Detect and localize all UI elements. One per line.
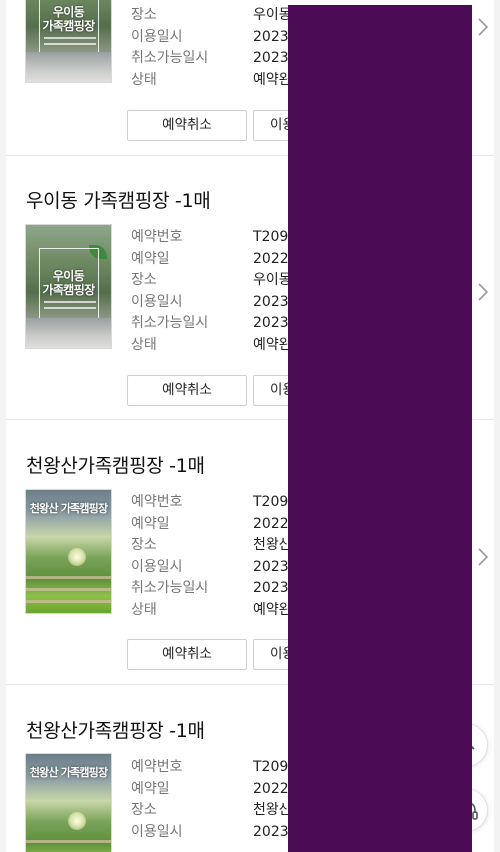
detail-label: 취소가능일시: [131, 50, 209, 66]
detail-value: T209: [253, 229, 289, 245]
reservation-title: 우이동 가족캠핑장 -1매: [26, 190, 211, 212]
campsite-thumbnail: 천왕산 가족캠핑장: [25, 489, 112, 614]
thumbnail-text: 우이동: [52, 5, 85, 19]
campsite-thumbnail: 우이동 가족캠핑장: [25, 224, 112, 349]
detail-value: 2023: [253, 315, 289, 331]
detail-value: 2023: [253, 823, 289, 840]
chevron-right-icon[interactable]: [476, 17, 490, 37]
detail-value: 2023: [253, 28, 289, 45]
detail-label: 취소가능일시: [131, 580, 209, 596]
chevron-right-icon[interactable]: [476, 282, 490, 302]
cancel-reservation-button[interactable]: 예약취소: [127, 375, 247, 406]
detail-label: 취소가능일시: [131, 315, 209, 331]
detail-value: 천왕산: [253, 537, 292, 553]
detail-label: 예약일: [131, 515, 170, 532]
reservation-title: 천왕산가족캠핑장 -1매: [26, 720, 205, 742]
detail-value: 2022: [253, 250, 289, 267]
detail-label: 예약번호: [131, 759, 183, 775]
thumbnail-text: 가족캠핑장: [42, 19, 95, 33]
detail-label: 이용일시: [131, 28, 183, 45]
detail-value: 예약완: [253, 71, 292, 88]
detail-label: 장소: [131, 537, 157, 553]
sun-glow: [68, 548, 86, 566]
thumbnail-caption: [44, 43, 96, 45]
thumbnail-text: 가족캠핑장: [42, 283, 95, 297]
thumbnail-terrace: [26, 600, 111, 603]
detail-value: T209: [253, 759, 289, 775]
cancel-reservation-button[interactable]: 예약취소: [127, 110, 247, 141]
detail-value: 2023: [253, 558, 289, 575]
thumbnail-road: [26, 318, 111, 348]
campsite-thumbnail: 우이동 가족캠핑장: [25, 0, 112, 83]
detail-label: 장소: [131, 7, 157, 23]
sun-glow: [68, 812, 86, 830]
thumbnail-terrace: [26, 588, 111, 591]
thumbnail-caption: [44, 301, 96, 303]
detail-value: 2022: [253, 515, 289, 532]
chevron-right-icon[interactable]: [476, 547, 490, 567]
detail-label: 이용일시: [131, 823, 183, 840]
reservation-title: 천왕산가족캠핑장 -1매: [26, 455, 205, 477]
detail-label: 상태: [131, 71, 157, 88]
detail-value: 2023: [253, 50, 289, 66]
detail-value: 우이동: [253, 272, 292, 288]
thumbnail-text: 우이동: [52, 269, 85, 283]
thumbnail-caption: [44, 307, 96, 309]
detail-value: 예약완: [253, 601, 292, 618]
detail-label: 상태: [131, 601, 157, 618]
detail-value: T209: [253, 494, 289, 510]
detail-value: 2022: [253, 780, 289, 797]
detail-label: 이용일시: [131, 293, 183, 310]
redaction-block: [288, 5, 472, 852]
detail-label: 예약번호: [131, 494, 183, 510]
campsite-thumbnail: 천왕산 가족캠핑장: [25, 753, 112, 852]
thumbnail-road: [26, 52, 111, 82]
thumbnail-caption: [44, 37, 96, 39]
detail-label: 이용일시: [131, 558, 183, 575]
detail-label: 장소: [131, 802, 157, 818]
detail-label: 예약일: [131, 250, 170, 267]
detail-label: 장소: [131, 272, 157, 288]
detail-value: 천왕산: [253, 802, 292, 818]
thumbnail-text: 천왕산 가족캠핑장: [29, 502, 108, 515]
reservation-list-screen: 우이동 가족캠핑장 장소 우이동 이용일시 2023 취소가능일시 2023 상태 예약…: [0, 0, 500, 852]
detail-value: 우이동: [253, 7, 292, 23]
cancel-reservation-button[interactable]: 예약취소: [127, 639, 247, 670]
detail-label: 예약일: [131, 780, 170, 797]
detail-value: 2023: [253, 580, 289, 596]
thumbnail-text: 천왕산 가족캠핑장: [29, 766, 108, 779]
thumbnail-terrace: [26, 576, 111, 579]
thumbnail-terrace: [26, 840, 111, 843]
detail-label: 상태: [131, 336, 157, 353]
detail-label: 예약번호: [131, 229, 183, 245]
detail-value: 2023: [253, 293, 289, 310]
detail-value: 예약완: [253, 336, 292, 353]
